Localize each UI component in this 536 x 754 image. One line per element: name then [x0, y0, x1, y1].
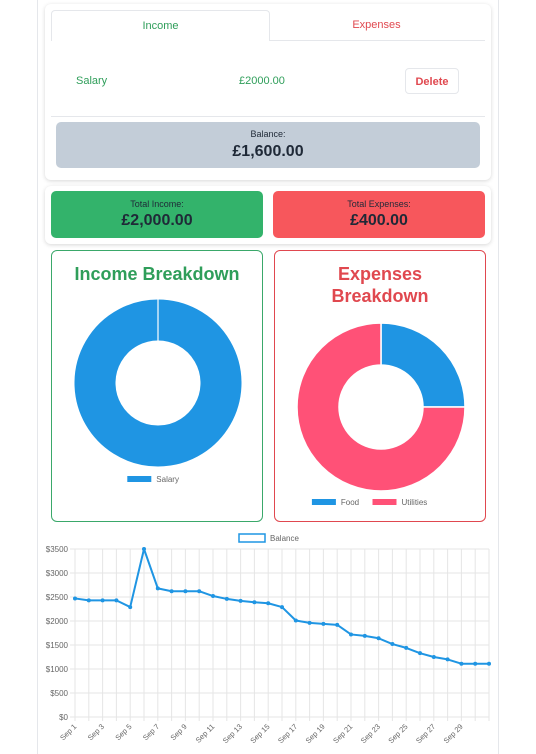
entry-name: Salary — [76, 75, 108, 87]
y-tick-label: $3000 — [46, 569, 69, 578]
tab-expenses[interactable]: Expenses — [268, 10, 485, 40]
data-point — [211, 594, 215, 599]
data-point — [197, 589, 202, 594]
balance-label: Balance: — [250, 129, 286, 139]
x-tick-label: Sep 5 — [113, 722, 133, 742]
data-point — [114, 598, 119, 603]
y-tick-label: $0 — [59, 713, 68, 722]
y-tick-label: $2500 — [46, 593, 69, 602]
data-point — [86, 598, 91, 603]
delete-button[interactable]: Delete — [405, 68, 459, 94]
data-point — [293, 618, 298, 623]
y-tick-label: $1000 — [46, 665, 69, 674]
legend-swatch-balance — [238, 533, 266, 543]
y-tick-label: $1500 — [46, 641, 69, 650]
tab-income[interactable]: Income — [51, 10, 270, 41]
data-point — [266, 601, 271, 606]
divider — [51, 116, 485, 117]
data-point — [349, 632, 353, 637]
entry-amount: £2000.00 — [239, 75, 285, 87]
income-pie-chart: Salary — [73, 298, 243, 484]
x-tick-label: Sep 3 — [86, 722, 106, 742]
data-point — [238, 598, 243, 603]
x-tick-label: Sep 23 — [359, 722, 382, 745]
totals-card: Total Income: £2,000.00 Total Expenses: … — [45, 186, 491, 244]
legend-label-food: Food — [341, 498, 359, 507]
data-point — [224, 596, 229, 601]
x-tick-label: Sep 27 — [414, 722, 437, 745]
data-point — [321, 621, 326, 626]
income-breakdown-card: Income Breakdown Salary — [51, 250, 263, 522]
x-tick-label: Sep 17 — [276, 722, 299, 745]
x-tick-label: Sep 15 — [248, 722, 271, 745]
x-tick-label: Sep 21 — [331, 722, 354, 745]
balance-value: £1,600.00 — [232, 143, 304, 160]
transactions-card: Income Expenses Salary £2000.00 Delete B… — [45, 4, 491, 180]
data-point — [142, 547, 146, 551]
tab-bar: Income Expenses — [51, 10, 485, 41]
legend-label-salary: Salary — [156, 475, 179, 484]
data-point — [418, 651, 422, 656]
data-point — [487, 661, 491, 666]
data-point — [404, 645, 409, 650]
data-point — [307, 620, 312, 625]
data-point — [376, 636, 381, 641]
data-point — [390, 642, 395, 647]
legend-label-balance: Balance — [270, 534, 299, 543]
data-point — [431, 655, 436, 659]
total-expenses-value: £400.00 — [350, 212, 408, 229]
data-point — [155, 586, 160, 591]
x-tick-label: Sep 25 — [386, 722, 409, 745]
data-point — [335, 622, 340, 627]
legend-swatch-food — [311, 499, 336, 505]
list-item: Salary £2000.00 Delete — [55, 68, 481, 102]
balance-box: Balance: £1,600.00 — [56, 122, 480, 168]
total-expenses-label: Total Expenses: — [347, 199, 411, 209]
total-income-value: £2,000.00 — [121, 212, 193, 229]
total-expenses-box: Total Expenses: £400.00 — [273, 191, 485, 238]
data-point — [362, 633, 367, 638]
x-tick-label: Sep 9 — [169, 722, 189, 742]
data-point — [73, 596, 77, 601]
legend-swatch-utilities — [372, 499, 397, 505]
data-point — [280, 605, 284, 610]
data-point — [128, 605, 133, 610]
data-point — [459, 661, 464, 666]
x-tick-label: Sep 19 — [304, 722, 327, 745]
x-tick-label: Sep 1 — [58, 722, 78, 742]
y-tick-label: $500 — [50, 689, 68, 698]
x-tick-label: Sep 13 — [221, 722, 244, 745]
x-tick-label: Sep 11 — [194, 722, 217, 745]
y-tick-label: $2000 — [46, 617, 69, 626]
total-income-label: Total Income: — [130, 199, 184, 209]
y-tick-label: $3500 — [46, 545, 69, 554]
expenses-pie-chart: Food Utilities — [296, 322, 466, 507]
total-income-box: Total Income: £2,000.00 — [51, 191, 263, 238]
data-point — [252, 600, 257, 605]
x-tick-label: Sep 7 — [141, 722, 161, 742]
legend-label-utilities: Utilities — [402, 498, 428, 507]
legend-swatch-salary — [127, 476, 152, 482]
data-point — [169, 589, 174, 594]
data-point — [445, 657, 450, 662]
x-tick-label: Sep 29 — [442, 722, 465, 745]
balance-line-chart: $0 $500 $1000 $1500 $2000 $2500 $3000 $3500 Sep … — [46, 533, 491, 745]
expenses-breakdown-card: Expenses Breakdown Food Utilities — [274, 250, 486, 522]
data-point — [100, 598, 105, 603]
data-point — [183, 589, 188, 594]
data-point — [473, 661, 478, 666]
pie-slice-food — [380, 322, 466, 408]
